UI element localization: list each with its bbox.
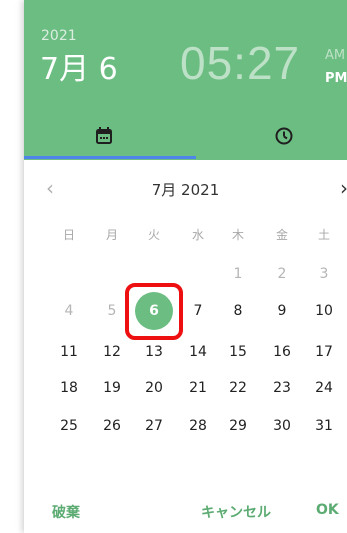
calendar-week-row: 11 12 13 14 15 16 17 — [24, 340, 347, 364]
calendar-day[interactable]: 10 — [304, 299, 344, 323]
weekday-label: 金 — [275, 228, 288, 242]
calendar-day[interactable]: 8 — [218, 299, 258, 323]
calendar-day[interactable]: 20 — [134, 376, 174, 400]
calendar-day[interactable]: 29 — [218, 414, 258, 438]
tab-time[interactable] — [264, 120, 304, 156]
weekday-label: 日 — [62, 228, 75, 242]
calendar-day[interactable]: 17 — [304, 340, 344, 364]
calendar-day[interactable]: 15 — [218, 340, 258, 364]
calendar-week-row: 25 26 27 28 29 30 31 — [24, 414, 347, 438]
calendar-day[interactable]: 19 — [92, 376, 132, 400]
weekday-label: 木 — [231, 228, 244, 242]
clock-icon — [275, 127, 293, 145]
calendar-day[interactable]: 26 — [92, 414, 132, 438]
calendar-day[interactable]: 12 — [92, 340, 132, 364]
weekday-label: 月 — [105, 228, 118, 242]
calendar-day[interactable]: 23 — [262, 376, 302, 400]
month-navigation: ‹ 7月 2021 › — [24, 177, 347, 201]
header-time[interactable]: 05:27 — [180, 40, 300, 86]
calendar-icon — [96, 127, 112, 144]
calendar-week-row: 18 19 20 21 22 23 24 — [24, 376, 347, 400]
calendar-day[interactable]: 21 — [178, 376, 218, 400]
calendar-day[interactable]: 24 — [304, 376, 344, 400]
calendar-day[interactable]: 5 — [92, 299, 132, 323]
ok-button[interactable]: OK — [316, 502, 339, 518]
cancel-button[interactable]: キャンセル — [201, 502, 271, 522]
calendar-week-row: 1 2 3 — [24, 262, 347, 286]
calendar-day[interactable]: 16 — [262, 340, 302, 364]
pm-toggle[interactable]: PM — [325, 71, 347, 86]
calendar-day[interactable]: 13 — [134, 340, 174, 364]
calendar-day[interactable]: 2 — [262, 262, 302, 286]
calendar-day[interactable]: 4 — [49, 299, 89, 323]
weekday-header: 日 月 火 水 木 金 土 — [24, 223, 347, 247]
month-label: 7月 2021 — [151, 181, 220, 199]
calendar-day[interactable]: 30 — [262, 414, 302, 438]
weekday-label: 水 — [191, 228, 204, 242]
calendar-day[interactable]: 14 — [178, 340, 218, 364]
selected-day[interactable]: 6 — [135, 292, 173, 330]
calendar-day[interactable]: 11 — [49, 340, 89, 364]
chevron-right-icon[interactable]: › — [332, 177, 347, 199]
calendar-day[interactable]: 25 — [49, 414, 89, 438]
date-time-picker-dialog: 2021 7月 6 05:27 AM PM ‹ 7月 2021 日 月 火 水 … — [24, 0, 347, 533]
calendar-day[interactable]: 27 — [134, 414, 174, 438]
calendar-day[interactable]: 1 — [218, 262, 258, 286]
calendar-week-row: 4 5 7 8 9 10 — [24, 299, 347, 323]
calendar-day[interactable]: 7 — [178, 299, 218, 323]
weekday-label: 火 — [147, 228, 160, 242]
calendar-day[interactable]: 28 — [178, 414, 218, 438]
header-year[interactable]: 2021 — [41, 28, 77, 44]
header-date[interactable]: 7月 6 — [40, 55, 118, 85]
tab-indicator — [24, 156, 196, 159]
am-toggle[interactable]: AM — [325, 48, 345, 63]
picker-header: 2021 7月 6 05:27 AM PM — [24, 0, 347, 160]
calendar-day[interactable]: 31 — [304, 414, 344, 438]
calendar-day[interactable]: 18 — [49, 376, 89, 400]
tab-date[interactable] — [84, 120, 124, 156]
weekday-label: 土 — [317, 228, 330, 242]
calendar-day[interactable]: 22 — [218, 376, 258, 400]
discard-button[interactable]: 破棄 — [52, 502, 80, 522]
calendar-day[interactable]: 9 — [262, 299, 302, 323]
calendar-day[interactable]: 3 — [304, 262, 344, 286]
